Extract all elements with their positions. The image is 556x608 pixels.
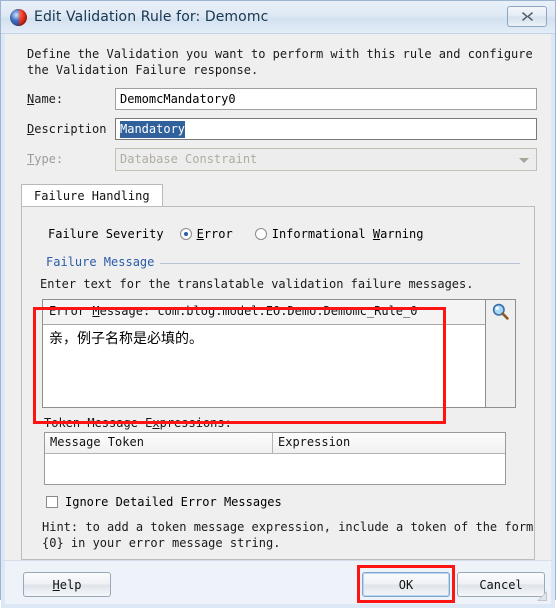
close-button[interactable] bbox=[507, 6, 547, 27]
error-message-header-label: Error Message: bbox=[49, 304, 158, 318]
token-table-body[interactable] bbox=[45, 454, 505, 484]
column-header-message-token: Message Token bbox=[45, 433, 273, 453]
failure-severity-row: Failure Severity Error Informational War… bbox=[48, 227, 522, 241]
error-message-header-value: com.blog.model.EO.Demo.Demomc_Rule_0 bbox=[157, 304, 418, 318]
failure-message-hint: Enter text for the translatable validati… bbox=[40, 277, 474, 291]
help-button-label: Help bbox=[52, 577, 82, 592]
jdeveloper-sphere-icon bbox=[10, 8, 27, 26]
tab-strip: Failure Handling bbox=[21, 184, 537, 206]
error-message-side-panel bbox=[486, 299, 516, 408]
description-label: Description bbox=[27, 122, 107, 136]
token-table-header: Message Token Expression bbox=[45, 433, 505, 454]
window-title: Edit Validation Rule for: Demomc bbox=[34, 9, 269, 25]
title-bar: Edit Validation Rule for: Demomc bbox=[1, 1, 555, 34]
type-combobox[interactable]: Database Constraint bbox=[115, 147, 537, 171]
error-message-textarea[interactable]: 亲，例子名称是必填的。 bbox=[43, 325, 485, 407]
radio-informational-warning-indicator bbox=[254, 228, 267, 240]
help-button[interactable]: Help bbox=[23, 572, 111, 597]
token-expressions-table[interactable]: Message Token Expression bbox=[44, 432, 506, 485]
intro-text: Define the Validation you want to perfor… bbox=[27, 47, 533, 77]
column-header-expression: Expression bbox=[278, 435, 351, 449]
type-label: Type: bbox=[27, 152, 64, 166]
dialog-footer: Help OK Cancel bbox=[1, 560, 555, 608]
failure-message-group-title: Failure Message bbox=[46, 255, 161, 269]
failure-message-group: Failure Message bbox=[46, 255, 520, 271]
description-row: Description Mandatory bbox=[19, 118, 537, 140]
radio-informational-warning-label: Informational Warning bbox=[271, 227, 424, 241]
magnifier-icon[interactable] bbox=[492, 303, 509, 323]
failure-message-group-head: Failure Message bbox=[46, 255, 520, 271]
failure-severity-label: Failure Severity bbox=[48, 227, 164, 241]
chevron-down-icon bbox=[519, 157, 529, 163]
token-hint-text: Hint: to add a token message expression,… bbox=[42, 520, 534, 550]
error-message-area: Error Message: com.blog.model.EO.Demo.De… bbox=[42, 299, 516, 408]
radio-error-indicator bbox=[179, 228, 192, 240]
dialog-window: Edit Validation Rule for: Demomc Define … bbox=[0, 0, 556, 608]
type-value: Database Constraint bbox=[120, 152, 258, 166]
close-icon bbox=[521, 12, 533, 21]
name-input[interactable]: DemomcMandatory0 bbox=[115, 88, 537, 110]
type-row: Type: Database Constraint bbox=[19, 147, 537, 171]
name-row: Name: DemomcMandatory0 bbox=[19, 88, 537, 110]
cancel-button[interactable]: Cancel bbox=[457, 572, 545, 597]
token-expressions-label: Token Message Expressions: bbox=[44, 416, 232, 430]
dialog-content: Define the Validation you want to perfor… bbox=[1, 34, 555, 560]
radio-error-label: Error bbox=[196, 227, 233, 241]
description-input[interactable]: Mandatory bbox=[115, 118, 537, 140]
ignore-detailed-errors-checkbox[interactable] bbox=[46, 496, 58, 508]
ignore-detailed-errors-label: Ignore Detailed Error Messages bbox=[65, 495, 282, 509]
error-message-box: Error Message: com.blog.model.EO.Demo.De… bbox=[42, 299, 486, 408]
error-message-header: Error Message: com.blog.model.EO.Demo.De… bbox=[43, 300, 485, 325]
ignore-detailed-errors-row[interactable]: Ignore Detailed Error Messages bbox=[46, 495, 522, 509]
radio-informational-warning[interactable]: Informational Warning bbox=[254, 227, 424, 241]
failure-handling-panel: Failure Severity Error Informational War… bbox=[21, 206, 535, 560]
name-label: Name: bbox=[27, 92, 64, 106]
resize-grip-icon[interactable] bbox=[536, 590, 548, 602]
description-selected-text: Mandatory bbox=[120, 121, 186, 138]
radio-error[interactable]: Error bbox=[179, 227, 233, 241]
ok-button[interactable]: OK bbox=[362, 572, 450, 597]
tab-failure-handling[interactable]: Failure Handling bbox=[21, 184, 163, 206]
